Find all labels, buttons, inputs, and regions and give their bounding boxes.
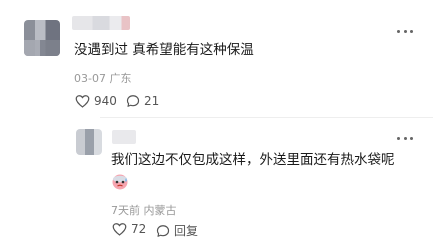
sweating-face-emoji <box>112 174 128 190</box>
comment-bubble-icon <box>156 224 170 237</box>
more-options-icon[interactable] <box>397 135 413 141</box>
like-count: 940 <box>94 94 117 108</box>
comment-date: 03-07 <box>74 72 106 85</box>
like-button[interactable]: 940 <box>75 94 117 108</box>
username-blurred[interactable] <box>112 130 136 144</box>
like-button[interactable]: 72 <box>112 222 146 236</box>
reply-button[interactable]: 21 <box>126 94 159 108</box>
comment-meta: 7天前 内蒙古 <box>111 202 177 218</box>
username-blurred[interactable] <box>72 16 130 30</box>
comment-location: 广东 <box>109 72 132 85</box>
more-options-icon[interactable] <box>397 28 413 34</box>
comment-date: 7天前 <box>111 204 140 217</box>
comment-text: 我们这边不仅包成这样，外送里面还有热水袋呢 <box>111 152 395 168</box>
reply-count: 21 <box>144 94 160 108</box>
avatar[interactable] <box>76 129 102 155</box>
reply-button[interactable]: 回复 <box>156 222 198 239</box>
comment-bubble-icon <box>126 95 140 107</box>
comment-text: 没遇到过 真希望能有这种保温 <box>74 42 254 58</box>
avatar[interactable] <box>24 20 60 56</box>
heart-icon <box>112 223 127 236</box>
reply-label: 回复 <box>174 224 199 238</box>
divider <box>100 117 433 118</box>
comment-location: 内蒙古 <box>143 204 177 217</box>
heart-icon <box>75 95 90 108</box>
like-count: 72 <box>131 222 147 236</box>
comment-meta: 03-07 广东 <box>74 70 131 86</box>
